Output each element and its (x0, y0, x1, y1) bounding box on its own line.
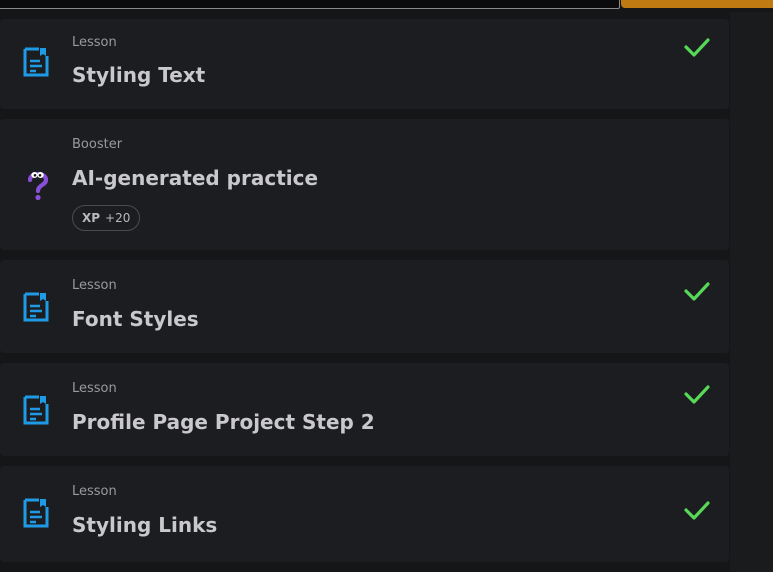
lesson-doc-icon (23, 498, 49, 528)
right-scroll-area (730, 12, 773, 572)
item-kind-label: Lesson (72, 278, 117, 293)
check-icon (684, 385, 710, 404)
xp-value: +20 (105, 211, 131, 225)
item-kind-label: Lesson (72, 484, 117, 499)
booster-card-ai-practice[interactable]: Booster AI-generated practice XP +20 (0, 119, 729, 250)
lesson-doc-icon (23, 292, 49, 322)
item-title: Profile Page Project Step 2 (72, 410, 375, 434)
lesson-list: Lesson Styling Text Booster AI-generated… (0, 0, 729, 572)
check-icon (684, 282, 710, 301)
lesson-card-font-styles[interactable]: Lesson Font Styles (0, 260, 729, 353)
item-kind-label: Lesson (72, 381, 117, 396)
item-kind-label: Lesson (72, 35, 117, 50)
item-title: AI-generated practice (72, 166, 319, 190)
check-icon (684, 501, 710, 520)
question-mascot-icon (27, 171, 49, 201)
item-title: Font Styles (72, 307, 199, 331)
lesson-card-styling-text[interactable]: Lesson Styling Text (0, 19, 729, 109)
item-title: Styling Text (72, 63, 206, 87)
xp-label: XP (82, 211, 101, 225)
lesson-doc-icon (23, 395, 49, 425)
xp-badge: XP +20 (72, 205, 141, 231)
lesson-card-profile-page-step-2[interactable]: Lesson Profile Page Project Step 2 (0, 363, 729, 456)
item-kind-label: Booster (72, 137, 123, 152)
lesson-doc-icon (23, 47, 49, 77)
lesson-card-styling-links[interactable]: Lesson Styling Links (0, 466, 729, 562)
item-title: Styling Links (72, 513, 218, 537)
check-icon (684, 38, 710, 57)
